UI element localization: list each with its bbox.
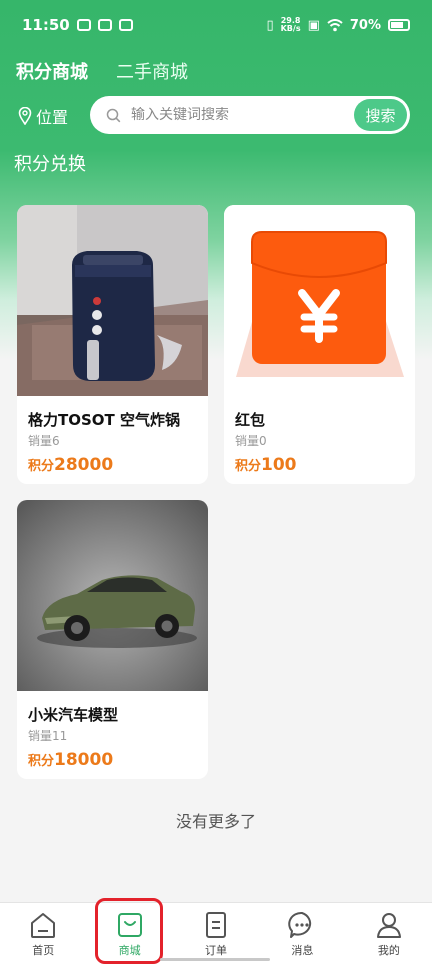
air-fryer-photo [17,205,208,396]
product-name: 小米汽车模型 [28,706,119,724]
price-label: 积分 [28,459,55,474]
home-indicator [160,958,270,961]
list-end-text: 没有更多了 [175,812,256,831]
product-price: 积分 18000 [28,750,113,770]
status-bar: 11:50 ▯ 29.8 KB/s ▣ 70% [0,0,432,50]
product-sales: 销量11 [28,729,68,743]
message-icon [288,911,312,938]
order-icon [206,912,227,938]
profile-icon [376,913,401,938]
sim-icon: ▣ [307,17,320,33]
message-app-icon [118,19,133,31]
search-icon [106,108,121,122]
price-value: 28000 [54,455,114,475]
search-bar: 搜索 [90,96,410,134]
search-button[interactable]: 搜索 [354,99,407,131]
bottom-tab-bar: 首页 商城 订单 消息 我的 [0,902,432,964]
notification-icon [76,19,91,31]
home-icon [31,913,56,938]
product-price: 积分 28000 [28,455,113,475]
product-card[interactable]: 红包 销量0 积分 100 [224,205,415,484]
product-card[interactable]: 小米汽车模型 销量11 积分 18000 [17,500,208,779]
status-time: 11:50 [22,16,70,34]
vibrate-icon: ▯ [266,17,274,33]
battery-level: 70% [349,17,381,33]
active-tab-highlight [95,898,163,964]
store-tabs: 积分商城 二手商城 [16,58,188,84]
tab-messages[interactable]: 消息 [259,903,345,964]
wifi-icon [327,18,343,31]
price-label: 积分 [28,754,55,769]
red-envelope-image [224,205,415,396]
tab-second-hand-mall[interactable]: 二手商城 [116,58,188,84]
product-sales: 销量6 [28,434,60,448]
tab-profile[interactable]: 我的 [346,903,432,964]
product-name: 红包 [235,411,266,429]
network-speed-unit: KB/s [280,24,301,33]
tab-orders[interactable]: 订单 [173,903,259,964]
tab-points-mall[interactable]: 积分商城 [16,58,88,84]
tab-label: 我的 [377,944,400,957]
price-label: 积分 [235,459,262,474]
network-speed: 29.8 KB/s [281,17,301,33]
battery-icon [388,19,410,31]
price-value: 100 [261,455,297,475]
section-title: 积分兑换 [14,154,86,175]
video-app-icon [97,19,112,31]
tab-label: 消息 [291,944,314,957]
product-price: 积分 100 [235,455,297,475]
location-label: 位置 [36,108,69,127]
tab-label: 首页 [32,944,55,957]
car-model-photo [17,500,208,691]
tab-label: 订单 [205,944,228,957]
location-button[interactable]: 位置 [18,104,68,128]
product-name: 格力TOSOT 空气炸锅 [28,411,180,429]
search-input[interactable] [131,107,331,123]
product-card[interactable]: 格力TOSOT 空气炸锅 销量6 积分 28000 [17,205,208,484]
product-sales: 销量0 [235,434,267,448]
price-value: 18000 [54,750,114,770]
location-pin-icon [18,107,32,125]
tab-home[interactable]: 首页 [0,903,86,964]
